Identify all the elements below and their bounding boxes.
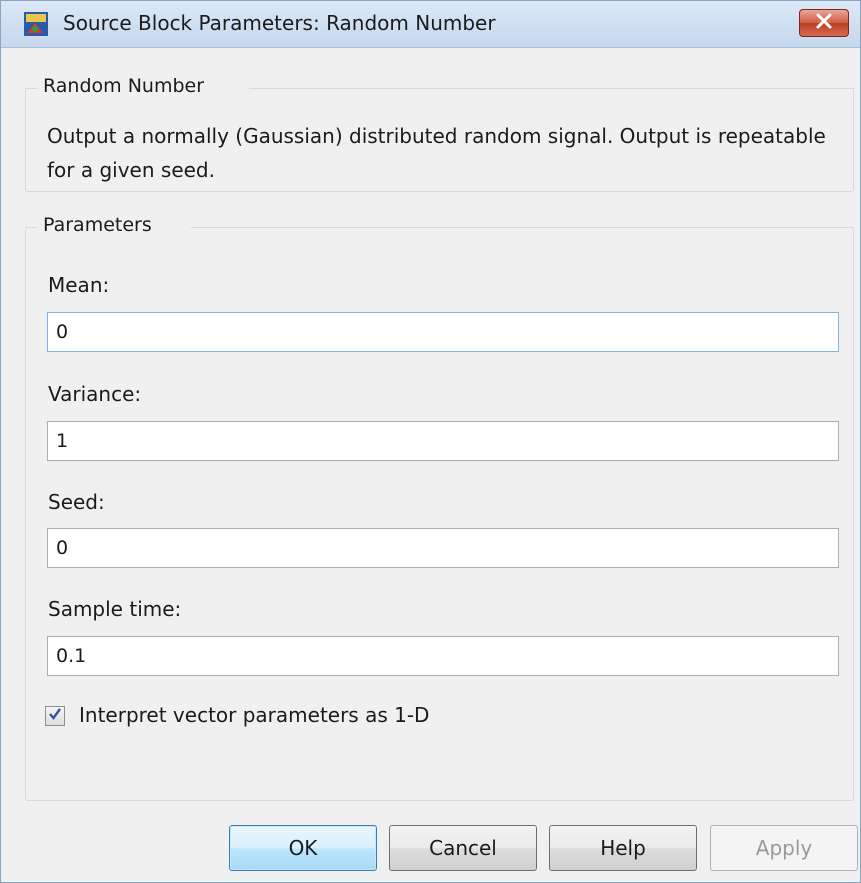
interpret-vector-label[interactable]: Interpret vector parameters as 1-D [79, 703, 429, 727]
apply-button[interactable]: Apply [710, 825, 858, 871]
close-icon [815, 13, 833, 33]
checkmark-icon [47, 706, 63, 726]
help-button[interactable]: Help [549, 825, 697, 871]
description-legend: Random Number [37, 75, 211, 97]
ok-button[interactable]: OK [229, 825, 377, 871]
seed-label: Seed: [48, 490, 105, 514]
divider [249, 88, 854, 89]
simulink-block-icon [23, 11, 49, 37]
variance-input[interactable] [47, 421, 839, 461]
divider [191, 227, 854, 228]
cancel-button[interactable]: Cancel [389, 825, 537, 871]
block-description: Output a normally (Gaussian) distributed… [47, 124, 826, 182]
title-bar[interactable]: Source Block Parameters: Random Number [1, 1, 860, 48]
sample-time-input[interactable] [47, 636, 839, 676]
dialog-window: Source Block Parameters: Random Number R… [0, 0, 861, 883]
variance-label: Variance: [48, 382, 142, 406]
window-title: Source Block Parameters: Random Number [63, 11, 496, 35]
mean-label: Mean: [48, 273, 110, 297]
interpret-vector-checkbox[interactable] [45, 706, 65, 726]
parameters-legend: Parameters [37, 214, 158, 236]
close-button[interactable] [799, 9, 849, 37]
seed-input[interactable] [47, 528, 839, 568]
mean-input[interactable] [47, 312, 839, 352]
sample-time-label: Sample time: [48, 597, 182, 621]
